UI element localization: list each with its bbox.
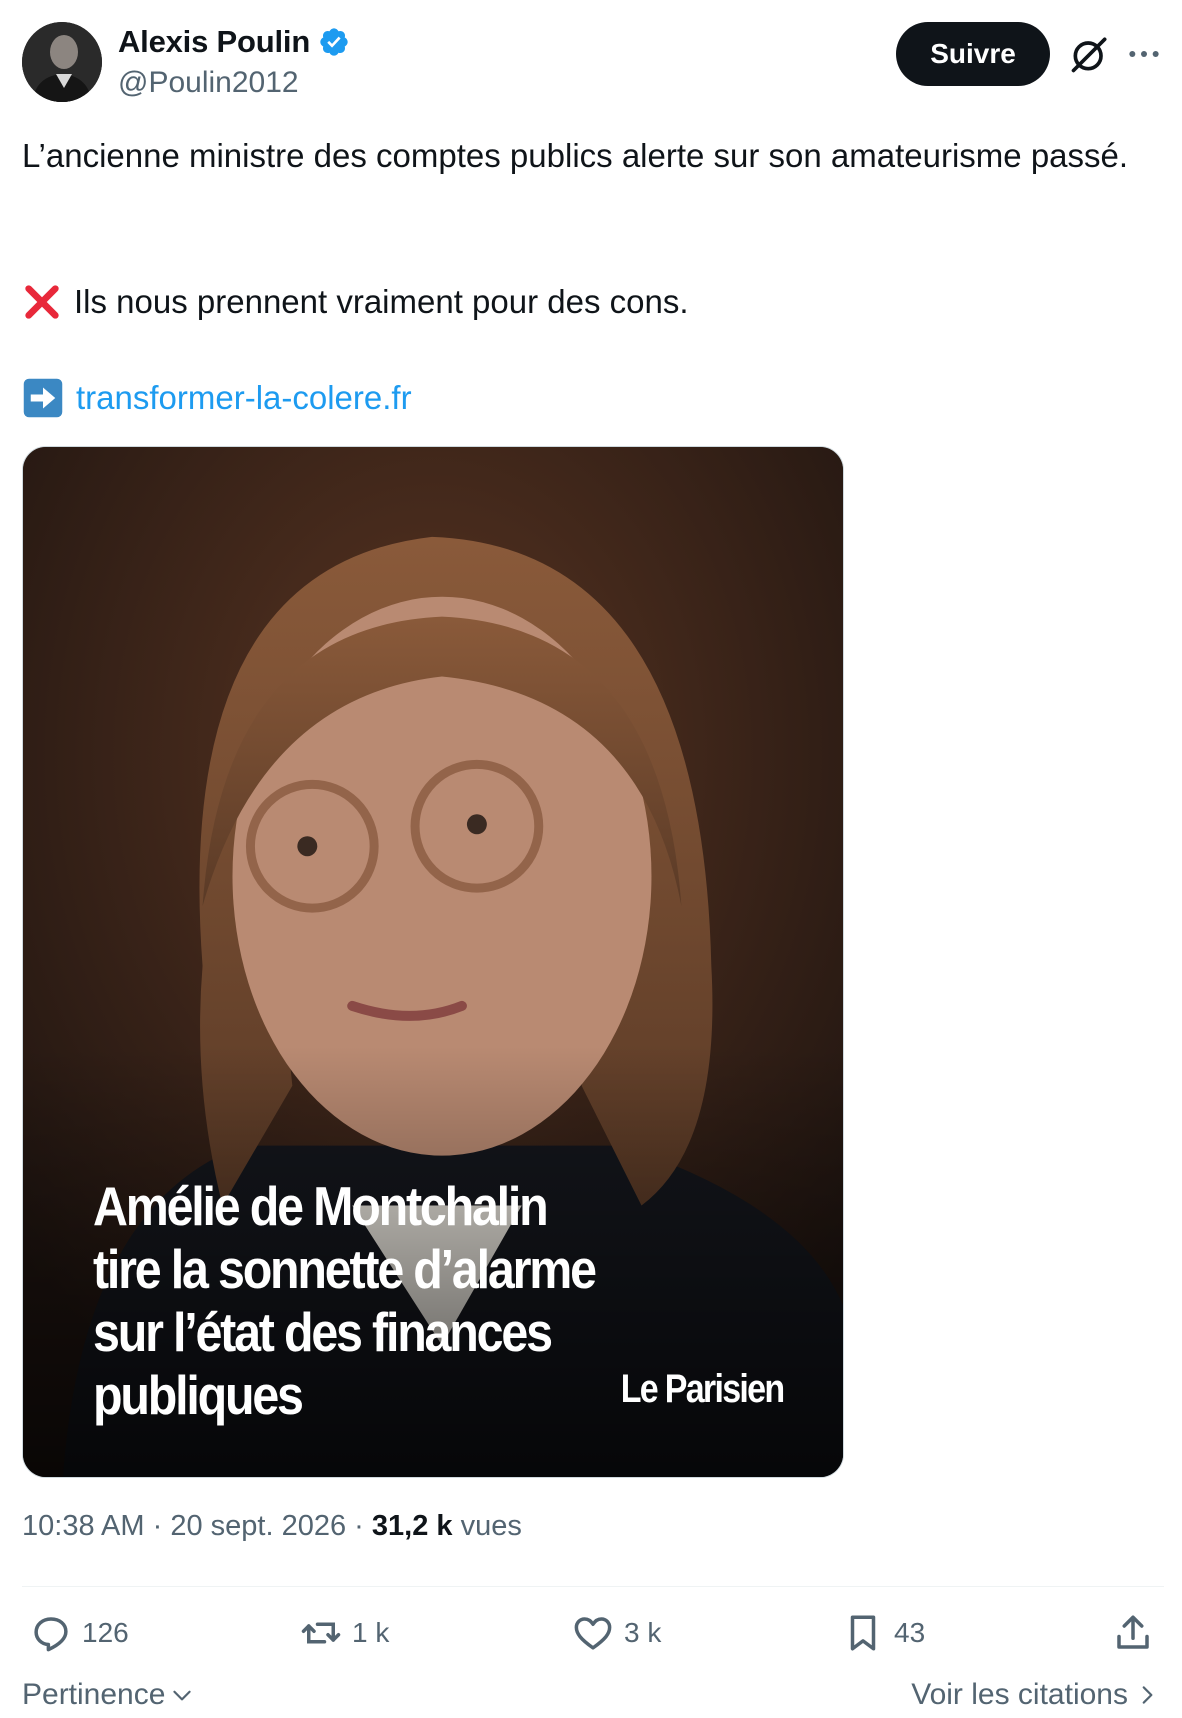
like-count: 3 k [624, 1617, 662, 1648]
repost-button[interactable]: 1 k [300, 1612, 389, 1654]
sort-label: Pertinence [22, 1678, 166, 1711]
author-handle[interactable]: @Poulin2012 [118, 66, 299, 100]
tweet-text-line-2-content: Ils nous prennent vraiment pour des cons… [74, 283, 689, 320]
share-button[interactable] [1112, 1612, 1154, 1654]
views-label: vues [460, 1510, 522, 1542]
author-name[interactable]: Alexis Poulin [118, 24, 310, 60]
le-parisien-logo: Le Parisien [620, 1367, 784, 1411]
avatar[interactable] [22, 22, 102, 102]
repost-count: 1 k [352, 1617, 390, 1648]
tweet-time[interactable]: 10:38 AM [22, 1510, 145, 1542]
like-button[interactable]: 3 k [572, 1612, 661, 1654]
view-quotes-link[interactable]: Voir les citations [911, 1678, 1160, 1712]
tweet-link-row: transformer-la-colere.fr [22, 374, 412, 422]
tweet-date[interactable]: 20 sept. 2026 [170, 1510, 346, 1542]
tweet-media-image[interactable]: Amélie de Montchalin tire la sonnette d’… [22, 446, 844, 1478]
grok-icon[interactable] [1068, 32, 1112, 76]
views-count: 31,2 k [371, 1510, 453, 1542]
media-headline: Amélie de Montchalin tire la sonnette d’… [93, 1175, 597, 1426]
bookmark-icon [850, 1615, 876, 1651]
tweet-card: Alexis Poulin @Poulin2012 Suivre L’ancie… [0, 0, 1182, 1718]
divider [22, 1586, 1164, 1587]
heart-icon [574, 1617, 612, 1650]
chevron-down-icon [173, 1690, 192, 1701]
chevron-right-icon [1142, 1686, 1153, 1704]
follow-button[interactable]: Suivre [896, 22, 1050, 86]
view-quotes-label: Voir les citations [911, 1678, 1128, 1711]
tweet-meta: 10:38 AM · 20 sept. 2026 · 31,2 k vues [22, 1510, 522, 1542]
verified-badge-icon [320, 28, 348, 56]
bookmark-count: 43 [894, 1617, 926, 1648]
tweet-text-line-2: Ils nous prennent vraiment pour des cons… [22, 278, 689, 326]
bookmark-button[interactable]: 43 [842, 1612, 925, 1654]
share-icon [1117, 1615, 1149, 1649]
reply-count: 126 [82, 1617, 129, 1648]
more-icon[interactable] [1124, 32, 1164, 76]
sort-dropdown[interactable]: Pertinence [22, 1678, 195, 1712]
repost-icon [301, 1622, 341, 1644]
reply-icon [34, 1617, 68, 1652]
tweet-text-line-1: L’ancienne ministre des comptes publics … [22, 137, 1129, 174]
author-name-row[interactable]: Alexis Poulin [118, 24, 350, 60]
tweet-link[interactable]: transformer-la-colere.fr [76, 374, 412, 422]
right-arrow-icon [23, 378, 63, 418]
reply-button[interactable]: 126 [30, 1612, 129, 1654]
cross-mark-icon [25, 285, 59, 319]
